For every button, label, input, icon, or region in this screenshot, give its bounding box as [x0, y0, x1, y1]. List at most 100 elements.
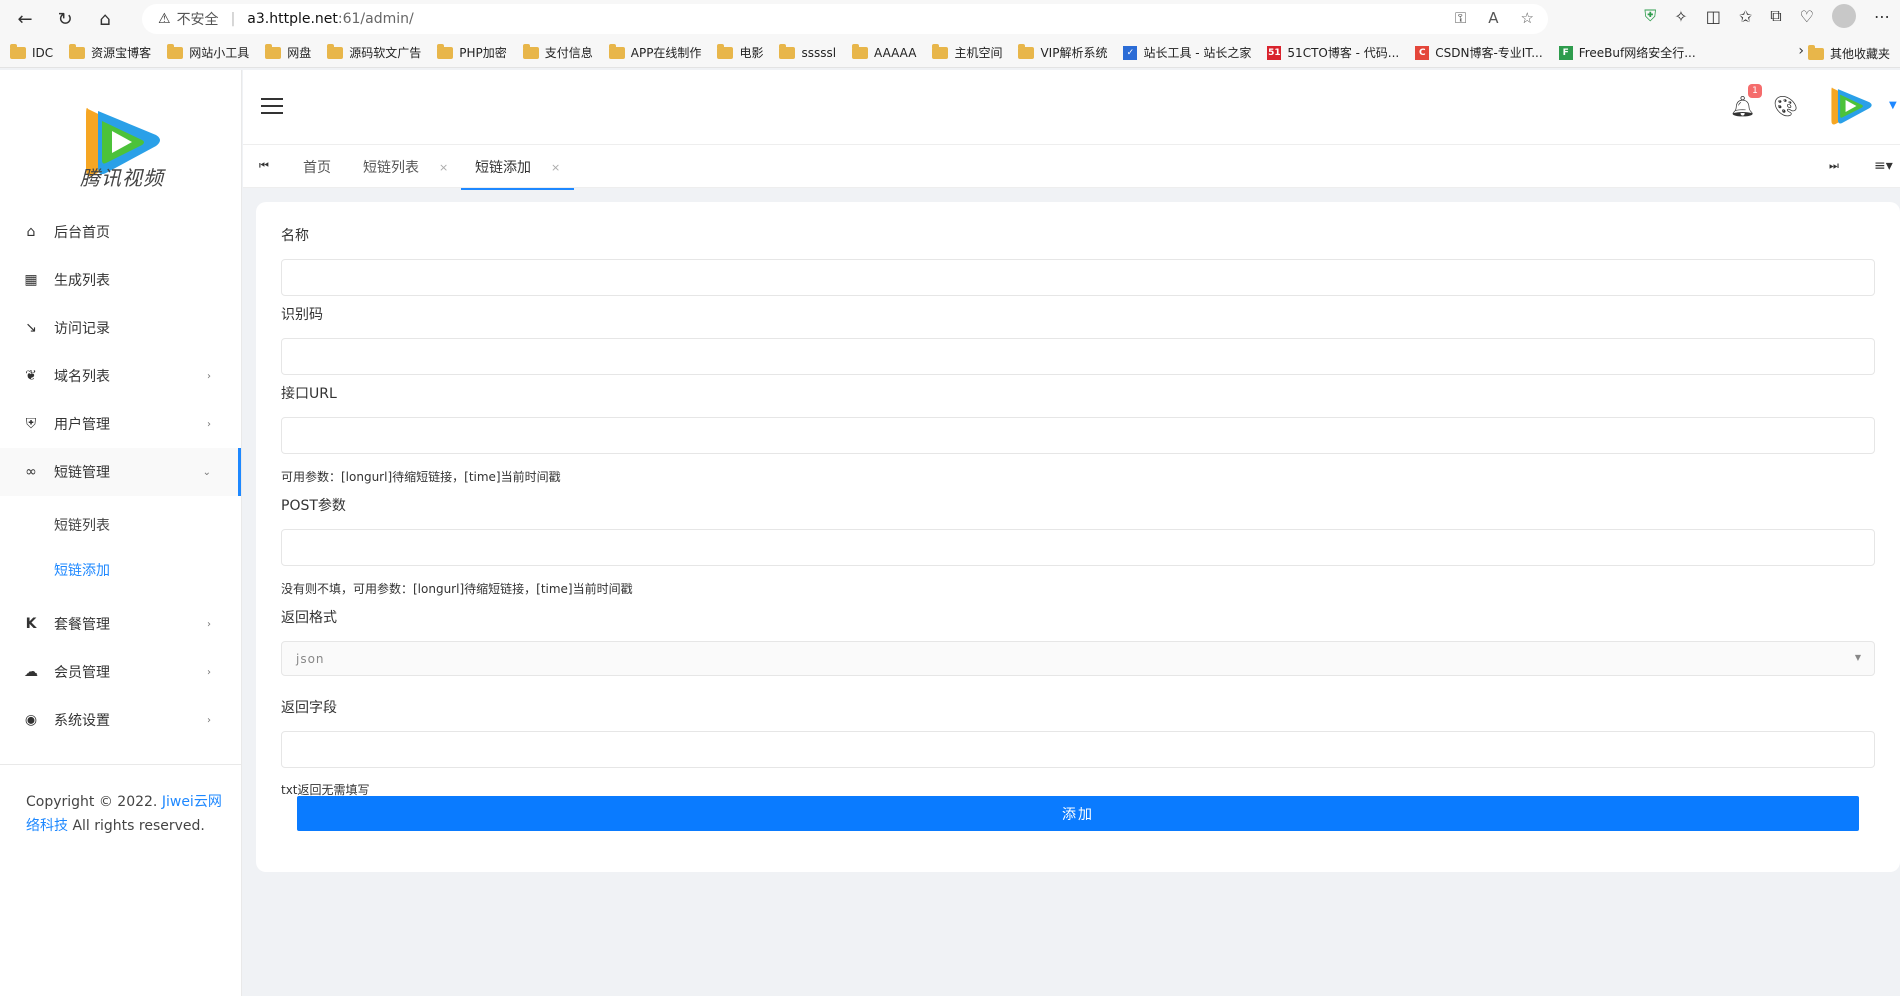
bookmark-item[interactable]: 源码软文广告 [327, 43, 422, 61]
folder-icon [608, 43, 625, 59]
url-path: :61/admin/ [337, 11, 414, 27]
bookmark-label: APP在线制作 [630, 46, 702, 60]
back-icon[interactable]: ← [10, 4, 40, 34]
favorite-star-icon[interactable]: ☆ [1521, 9, 1534, 27]
name-input[interactable] [281, 259, 1875, 296]
bookmark-item[interactable]: PHP加密 [437, 43, 507, 61]
bookmark-label: 网站小工具 [189, 46, 250, 60]
sidebar-item[interactable]: ⛨ 用户管理 › [0, 400, 241, 448]
folder-icon [69, 43, 86, 59]
api-url-help: 可用参数：[longurl]待缩短链接，[time]当前时间戳 [281, 470, 561, 484]
bookmark-item[interactable]: 主机空间 [932, 43, 1002, 61]
bookmark-item[interactable]: ✓ 站长工具 - 站长之家 [1123, 44, 1251, 61]
sidebar-item[interactable]: ↘ 访问记录 [0, 304, 241, 352]
bookmark-item[interactable]: C CSDN博客-专业IT... [1415, 44, 1543, 61]
bookmarks-overflow-icon[interactable]: › [1798, 43, 1804, 59]
tab-close-icon[interactable]: × [439, 161, 448, 174]
bookmark-item[interactable]: VIP解析系统 [1018, 43, 1107, 61]
code-input[interactable] [281, 338, 1875, 375]
tab-label: 首页 [303, 160, 331, 176]
bookmark-label: sssssl [801, 45, 837, 60]
tab-scroll-last-icon[interactable]: ⏭ [1829, 159, 1839, 173]
chevron-right-icon: › [207, 714, 211, 726]
read-aloud-icon[interactable]: A [1488, 9, 1498, 27]
bookmark-item[interactable]: F FreeBuf网络安全行... [1558, 44, 1696, 61]
sidebar-item[interactable]: ⌂ 后台首页 [0, 208, 241, 256]
sidebar-item-label: 用户管理 [54, 417, 110, 433]
bookmark-label: FreeBuf网络安全行... [1578, 46, 1696, 60]
bookmark-item[interactable]: 网盘 [265, 43, 311, 61]
bookmark-item[interactable]: sssssl [779, 43, 837, 60]
avatar-dropdown-icon[interactable]: ▼ [1889, 100, 1897, 111]
sidebar-item[interactable]: ▦ 生成列表 [0, 256, 241, 304]
hamburger-menu-icon[interactable] [261, 98, 283, 119]
api-url-input[interactable] [281, 417, 1875, 454]
favorites-icon[interactable]: ✩ [1739, 7, 1752, 26]
folder-icon [327, 43, 344, 59]
bookmark-item[interactable]: APP在线制作 [608, 43, 702, 61]
site-favicon-icon: 51 [1267, 45, 1282, 60]
bookmark-label: 电影 [739, 46, 764, 60]
bookmark-item[interactable]: 资源宝博客 [69, 43, 151, 61]
collections-icon[interactable]: ⧉ [1770, 6, 1781, 26]
tab-label: 短链列表 [363, 160, 419, 176]
bookmark-item[interactable]: 51 51CTO博客 - 代码... [1267, 44, 1399, 61]
return-field-label: 返回字段 [281, 700, 337, 716]
return-format-select[interactable]: json ▼ [281, 641, 1875, 676]
tab-scroll-first-icon[interactable]: ⏮ [259, 159, 269, 173]
tab-short-link-add[interactable]: 短链添加 × [460, 145, 575, 190]
bookmark-label: 站长工具 - 站长之家 [1143, 46, 1252, 60]
sidebar-item[interactable]: ❦ 域名列表 › [0, 352, 241, 400]
bookmark-item[interactable]: 网站小工具 [167, 43, 250, 61]
add-button[interactable]: 添加 [297, 796, 1859, 831]
short-link-submenu: 短链列表 短链添加 [0, 496, 241, 600]
tab-home[interactable]: 首页 [303, 145, 331, 189]
home-icon[interactable]: ⌂ [90, 4, 120, 34]
extensions-icon[interactable]: ✧ [1674, 7, 1687, 26]
submenu-item[interactable]: 短链列表 [0, 502, 241, 547]
bookmark-item[interactable]: AAAAA [852, 43, 916, 60]
sidebar-item-label: 短链管理 [54, 465, 110, 481]
chevron-right-icon: › [207, 418, 211, 430]
tab-close-icon[interactable]: × [551, 161, 560, 174]
bookmark-item[interactable]: 支付信息 [522, 43, 593, 61]
refresh-icon[interactable]: ↻ [50, 4, 80, 34]
bookmark-label: 51CTO博客 - 代码... [1287, 46, 1400, 60]
address-separator: | [230, 11, 236, 27]
submenu-item[interactable]: 短链添加 [0, 547, 241, 592]
user-avatar[interactable] [1826, 80, 1876, 132]
sidebar: 腾讯视频 ⌂ 后台首页 ▦ 生成列表 ↘ 访问记录 ❦ 域名列表 › ⛨ 用户管理 › ∞ 短链管理 ⌄ 短链… [0, 70, 242, 996]
link-icon: ∞ [25, 464, 37, 480]
bookmark-item[interactable]: IDC [10, 43, 53, 60]
bookmark-item[interactable]: 电影 [717, 43, 764, 61]
dashboard-icon: ⌂ [26, 224, 36, 240]
more-menu-icon[interactable]: ⋯ [1874, 7, 1890, 26]
return-field-input[interactable] [281, 731, 1875, 768]
shield-extension-icon[interactable]: ⛨ [1644, 6, 1656, 26]
performance-icon[interactable]: ♡ [1800, 7, 1814, 26]
field-return-format: 返回格式 json ▼ [281, 608, 1875, 676]
chevron-right-icon: › [207, 370, 211, 382]
palette-icon[interactable]: 🎨︎ [1773, 94, 1798, 118]
sidebar-item[interactable]: ◉ 系统设置 › [0, 696, 241, 744]
sidebar-item[interactable]: ☁ 会员管理 › [0, 648, 241, 696]
url-host: a3.httple.net [247, 11, 338, 27]
tab-short-link-list[interactable]: 短链列表 × [363, 145, 448, 189]
bookmark-label: 源码软文广告 [349, 46, 422, 60]
field-post-params: POST参数 没有则不填，可用参数：[longurl]待缩短链接，[time]当… [281, 496, 1875, 597]
return-format-value: json [296, 651, 325, 666]
tab-options-icon[interactable]: ≡▾ [1874, 158, 1893, 174]
form-card: 名称 识别码 接口URL 可用参数：[longurl]待缩短链接，[time]当… [256, 202, 1900, 872]
sidebar-item[interactable]: K 套餐管理 › [0, 600, 241, 648]
post-params-input[interactable] [281, 529, 1875, 566]
other-bookmarks[interactable]: 其他收藏夹 [1807, 44, 1890, 62]
site-favicon-icon: C [1415, 45, 1430, 60]
sidebar-item-label: 域名列表 [54, 369, 110, 385]
key-icon[interactable]: ⚿ [1455, 9, 1466, 27]
sidebar-item[interactable]: ∞ 短链管理 ⌄ [0, 448, 241, 496]
copyright-prefix: Copyright © 2022. [26, 794, 162, 810]
address-bar[interactable]: ⚠ 不安全 | a3.httple.net :61/admin/ ⚿ A ☆ [142, 4, 1548, 34]
profile-avatar[interactable] [1832, 4, 1856, 28]
warning-icon: ⚠ [158, 11, 171, 27]
split-screen-icon[interactable]: ◫ [1706, 7, 1721, 26]
